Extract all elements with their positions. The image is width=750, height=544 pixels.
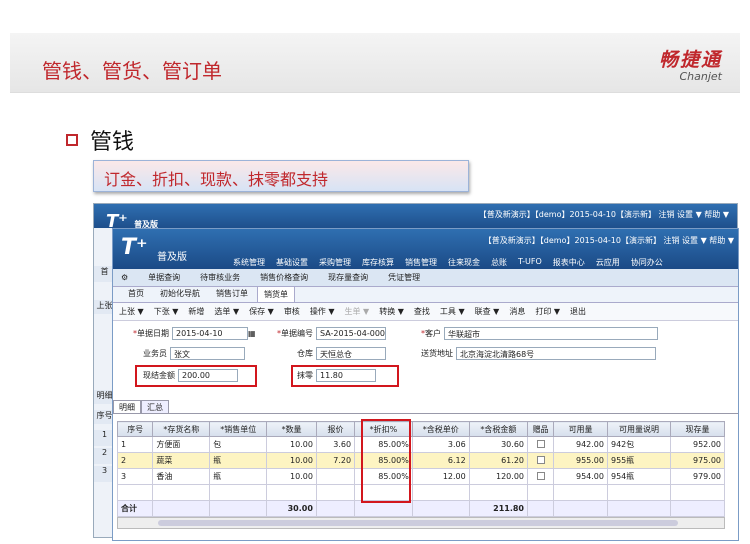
customer-field[interactable]: *客户 华联超市 (421, 327, 658, 340)
menu-item[interactable]: 采购管理 (319, 257, 351, 268)
toolbar-convert-button[interactable]: 转换 ▼ (379, 306, 404, 317)
toolbar-linked-button[interactable]: 联查 ▼ (475, 306, 500, 317)
menu-item[interactable]: 总账 (491, 257, 507, 268)
menu-item[interactable]: 基础设置 (276, 257, 308, 268)
toolbar-print-button[interactable]: 打印 ▼ (535, 306, 560, 317)
table-row[interactable] (116, 484, 725, 501)
slide-title: 管钱、管货、管订单 (42, 59, 222, 83)
chanjet-logo: 畅捷通 Chanjet (658, 49, 722, 83)
gift-checkbox[interactable] (536, 471, 545, 480)
total-row: 合计 30.00 211.80 (116, 500, 725, 517)
toolbar-save-button[interactable]: 保存 ▼ (249, 306, 274, 317)
tab-sales-delivery[interactable]: 销货单 (257, 286, 295, 302)
toolbar-operate-button[interactable]: 操作 ▼ (310, 306, 335, 317)
page-tabs: 首页 初始化导航 销售订单 销货单 (113, 285, 738, 303)
toolbar-find-button[interactable]: 查找 (414, 306, 430, 317)
slide-header: 管钱、管货、管订单 畅捷通 Chanjet (10, 33, 740, 93)
subnav-item[interactable]: 销售价格查询 (260, 272, 308, 283)
warehouse-field[interactable]: 仓库 天恒总仓 (297, 347, 386, 360)
menu-item[interactable]: 库存核算 (362, 257, 394, 268)
scrollbar-thumb[interactable] (158, 520, 678, 526)
date-field[interactable]: *单据日期 2015-04-10 ▦ (133, 327, 256, 340)
tab-summary[interactable]: 汇总 (141, 400, 169, 413)
gear-icon[interactable]: ⚙ (121, 273, 128, 282)
table-row[interactable]: 2 蔬菜瓶 10.00 7.20 85.00% 6.12 61.20 955.00 955… (116, 452, 725, 469)
tab-home[interactable]: 首页 (121, 285, 151, 302)
toolbar-generate-button[interactable]: 生单 ▼ (345, 306, 370, 317)
gift-checkbox[interactable] (536, 455, 545, 464)
table-row[interactable]: 1 方便面包 10.00 3.60 85.00% 3.06 30.60 942.00 94… (116, 436, 725, 453)
main-menu: 系统管理 基础设置 采购管理 库存核算 销售管理 往来现金 总账 T-UFO 报… (233, 257, 663, 268)
menu-item[interactable]: 报表中心 (553, 257, 585, 268)
horizontal-scrollbar[interactable] (117, 517, 725, 529)
edition-label: 普及版 (157, 252, 187, 263)
app-header: T⁺ 普及版 【普及新演示】【demo】2015-04-10【演示新】 注销 设… (113, 229, 738, 269)
toolbar-new-button[interactable]: 新增 (188, 306, 204, 317)
tab-detail[interactable]: 明细 (113, 400, 141, 413)
delivery-address-field[interactable]: 送货地址 北京海淀北清路68号 (421, 347, 656, 360)
subnav-item[interactable]: 单据查询 (148, 272, 180, 283)
subnav-item[interactable]: 待审核业务 (200, 272, 240, 283)
highlight-discount (361, 419, 411, 503)
salesperson-field[interactable]: 业务员 张文 (143, 347, 245, 360)
app-logo: T⁺ (121, 235, 148, 260)
menu-item[interactable]: 协同办公 (631, 257, 663, 268)
highlight-cash (135, 365, 257, 387)
tab-sales-order[interactable]: 销售订单 (209, 285, 255, 302)
toolbar-prev-button[interactable]: 上张 ▼ (119, 306, 144, 317)
feature-callout: 订金、折扣、现款、抹零都支持 (93, 160, 469, 192)
toolbar-exit-button[interactable]: 退出 (570, 306, 586, 317)
menu-item[interactable]: 销售管理 (405, 257, 437, 268)
sales-window: T⁺ 普及版 【普及新演示】【demo】2015-04-10【演示新】 注销 设… (112, 228, 739, 541)
menu-item[interactable]: 云应用 (596, 257, 620, 268)
tab-init-guide[interactable]: 初始化导航 (153, 285, 207, 302)
bullet-heading: 管钱 (66, 124, 134, 156)
grid-header: 序号 *存货名称 *销售单位 *数量 报价 *折扣% *含税单价 *含税金额 赠… (116, 421, 725, 437)
detail-grid: 序号 *存货名称 *销售单位 *数量 报价 *折扣% *含税单价 *含税金额 赠… (116, 421, 725, 517)
subnav-item[interactable]: 凭证管理 (388, 272, 420, 283)
gift-checkbox[interactable] (536, 439, 545, 448)
toolbar-message-button[interactable]: 消息 (509, 306, 525, 317)
toolbar: 上张 ▼ 下张 ▼ 新增 选单 ▼ 保存 ▼ 审核 操作 ▼ 生单 ▼ 转换 ▼… (113, 303, 738, 321)
menu-item[interactable]: T-UFO (518, 257, 542, 268)
voucher-no-field[interactable]: *单据编号 SA-2015-04-0005 (277, 327, 386, 340)
calendar-icon[interactable]: ▦ (248, 329, 256, 338)
subnav-item[interactable]: 现存量查询 (328, 272, 368, 283)
bullet-square-icon (66, 134, 78, 146)
toolbar-tools-button[interactable]: 工具 ▼ (440, 306, 465, 317)
highlight-rounding (291, 365, 399, 387)
user-info-bar[interactable]: 【普及新演示】【demo】2015-04-10【演示新】 注销 设置 ▼ 帮助 … (484, 235, 734, 246)
background-title-bar: 【普及新演示】【demo】2015-04-10【演示新】 注销 设置 ▼ 帮助 … (94, 204, 737, 228)
menu-item[interactable]: 系统管理 (233, 257, 265, 268)
toolbar-select-button[interactable]: 选单 ▼ (214, 306, 239, 317)
toolbar-next-button[interactable]: 下张 ▼ (154, 306, 179, 317)
toolbar-approve-button[interactable]: 审核 (284, 306, 300, 317)
menu-item[interactable]: 往来现金 (448, 257, 480, 268)
grid-tabs: 明细 汇总 (113, 400, 738, 414)
voucher-form: *单据日期 2015-04-10 ▦ *单据编号 SA-2015-04-0005 … (113, 321, 738, 393)
table-row[interactable]: 3 香油瓶 10.00 85.00% 12.00 120.00 954.00 954瓶 9… (116, 468, 725, 485)
